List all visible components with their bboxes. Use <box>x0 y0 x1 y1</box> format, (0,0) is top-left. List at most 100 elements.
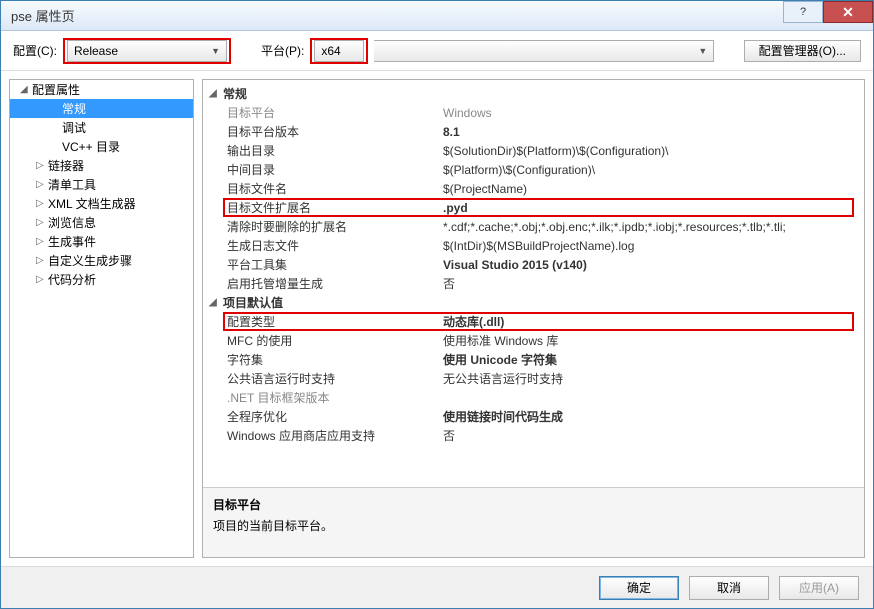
tree-item-label: VC++ 目录 <box>62 138 120 155</box>
grid-row[interactable]: 全程序优化使用链接时间代码生成 <box>203 407 864 426</box>
grid-row[interactable]: 字符集使用 Unicode 字符集 <box>203 350 864 369</box>
grid-row[interactable]: 中间目录$(Platform)\$(Configuration)\ <box>203 160 864 179</box>
config-label: 配置(C): <box>13 42 57 59</box>
property-value[interactable]: 使用 Unicode 字符集 <box>443 351 864 368</box>
grid-row[interactable]: 目标平台Windows <box>203 103 864 122</box>
tree-item[interactable]: ▷XML 文档生成器 <box>10 194 193 213</box>
expander-icon[interactable]: ◢ <box>209 88 223 99</box>
property-panel: ◢常规目标平台Windows目标平台版本8.1输出目录$(SolutionDir… <box>202 79 865 558</box>
property-label: 清除时要删除的扩展名 <box>203 218 443 235</box>
property-label: 输出目录 <box>203 142 443 159</box>
tree-item-label: 调试 <box>62 119 86 136</box>
tree-item-label: 常规 <box>62 100 86 117</box>
expander-icon[interactable]: ◢ <box>209 297 223 308</box>
property-label: 中间目录 <box>203 161 443 178</box>
property-label: 公共语言运行时支持 <box>203 370 443 387</box>
property-label: 目标文件名 <box>203 180 443 197</box>
tree-item[interactable]: VC++ 目录 <box>10 137 193 156</box>
tree-item[interactable]: ▷代码分析 <box>10 270 193 289</box>
platform-value: x64 <box>321 44 340 58</box>
property-value[interactable]: 否 <box>443 275 864 292</box>
nav-tree[interactable]: ◢ 配置属性 常规调试VC++ 目录▷链接器▷清单工具▷XML 文档生成器▷浏览… <box>9 79 194 558</box>
grid-row[interactable]: 目标文件扩展名.pyd <box>203 198 864 217</box>
config-dropdown[interactable]: Release ▼ <box>67 40 227 62</box>
section-title: 常规 <box>223 85 247 102</box>
tree-item[interactable]: 调试 <box>10 118 193 137</box>
ok-button[interactable]: 确定 <box>599 576 679 600</box>
grid-row[interactable]: 启用托管增量生成否 <box>203 274 864 293</box>
grid-row[interactable]: 目标平台版本8.1 <box>203 122 864 141</box>
platform-label: 平台(P): <box>261 42 304 59</box>
grid-row[interactable]: .NET 目标框架版本 <box>203 388 864 407</box>
property-value[interactable]: 8.1 <box>443 125 864 139</box>
expander-icon[interactable]: ▷ <box>36 217 48 228</box>
property-value[interactable]: $(IntDir)$(MSBuildProjectName).log <box>443 239 864 253</box>
property-label: 启用托管增量生成 <box>203 275 443 292</box>
tree-item[interactable]: ▷自定义生成步骤 <box>10 251 193 270</box>
tree-item[interactable]: ▷生成事件 <box>10 232 193 251</box>
grid-section-header[interactable]: ◢常规 <box>203 84 864 103</box>
chevron-down-icon: ▼ <box>211 46 220 56</box>
tree-item[interactable]: ▷浏览信息 <box>10 213 193 232</box>
property-value[interactable]: *.cdf;*.cache;*.obj;*.obj.enc;*.ilk;*.ip… <box>443 220 864 234</box>
expander-icon[interactable]: ▷ <box>36 160 48 171</box>
property-value[interactable]: Windows <box>443 106 864 120</box>
property-label: .NET 目标框架版本 <box>203 389 443 406</box>
section-title: 项目默认值 <box>223 294 283 311</box>
expander-icon[interactable]: ▷ <box>36 179 48 190</box>
tree-item-label: 自定义生成步骤 <box>48 252 132 269</box>
grid-row[interactable]: 平台工具集Visual Studio 2015 (v140) <box>203 255 864 274</box>
property-grid[interactable]: ◢常规目标平台Windows目标平台版本8.1输出目录$(SolutionDir… <box>203 80 864 487</box>
config-highlight: Release ▼ <box>63 38 231 64</box>
property-value[interactable]: Visual Studio 2015 (v140) <box>443 258 864 272</box>
tree-item[interactable]: ▷链接器 <box>10 156 193 175</box>
expander-icon[interactable]: ▷ <box>36 274 48 285</box>
apply-button[interactable]: 应用(A) <box>779 576 859 600</box>
grid-row[interactable]: 配置类型动态库(.dll) <box>203 312 864 331</box>
expander-icon[interactable]: ▷ <box>36 236 48 247</box>
property-value[interactable]: 使用链接时间代码生成 <box>443 408 864 425</box>
grid-row[interactable]: MFC 的使用使用标准 Windows 库 <box>203 331 864 350</box>
window-title: pse 属性页 <box>11 6 783 25</box>
property-value[interactable]: $(Platform)\$(Configuration)\ <box>443 163 864 177</box>
tree-item-label: 浏览信息 <box>48 214 96 231</box>
property-value[interactable]: $(SolutionDir)$(Platform)\$(Configuratio… <box>443 144 864 158</box>
grid-section-header[interactable]: ◢项目默认值 <box>203 293 864 312</box>
footer: 确定 取消 应用(A) <box>1 566 873 608</box>
grid-row[interactable]: 公共语言运行时支持无公共语言运行时支持 <box>203 369 864 388</box>
tree-root-label: 配置属性 <box>32 81 80 98</box>
property-value[interactable]: 否 <box>443 427 864 444</box>
tree-item[interactable]: ▷清单工具 <box>10 175 193 194</box>
expander-icon[interactable]: ▷ <box>36 255 48 266</box>
tree-item-label: 生成事件 <box>48 233 96 250</box>
property-label: 字符集 <box>203 351 443 368</box>
property-label: 全程序优化 <box>203 408 443 425</box>
tree-item[interactable]: 常规 <box>10 99 193 118</box>
close-button[interactable]: ✕ <box>823 1 873 23</box>
property-value[interactable]: .pyd <box>443 201 864 215</box>
property-value[interactable]: 使用标准 Windows 库 <box>443 332 864 349</box>
cancel-button[interactable]: 取消 <box>689 576 769 600</box>
config-bar: 配置(C): Release ▼ 平台(P): x64 ▼ 配置管理器(O)..… <box>1 31 873 71</box>
expander-icon[interactable]: ▷ <box>36 198 48 209</box>
property-pages-window: pse 属性页 ? ✕ 配置(C): Release ▼ 平台(P): x64 … <box>0 0 874 609</box>
config-manager-button[interactable]: 配置管理器(O)... <box>744 40 861 62</box>
platform-dropdown[interactable]: ▼ <box>374 40 714 62</box>
tree-item-label: XML 文档生成器 <box>48 195 136 212</box>
tree-item-label: 链接器 <box>48 157 84 174</box>
grid-row[interactable]: 输出目录$(SolutionDir)$(Platform)\$(Configur… <box>203 141 864 160</box>
desc-title: 目标平台 <box>213 496 854 513</box>
config-value: Release <box>74 44 118 58</box>
chevron-down-icon: ▼ <box>698 46 707 56</box>
grid-row[interactable]: Windows 应用商店应用支持否 <box>203 426 864 445</box>
property-value[interactable]: $(ProjectName) <box>443 182 864 196</box>
grid-row[interactable]: 生成日志文件$(IntDir)$(MSBuildProjectName).log <box>203 236 864 255</box>
expander-icon[interactable]: ◢ <box>20 84 32 95</box>
grid-row[interactable]: 清除时要删除的扩展名*.cdf;*.cache;*.obj;*.obj.enc;… <box>203 217 864 236</box>
grid-row[interactable]: 目标文件名$(ProjectName) <box>203 179 864 198</box>
tree-root[interactable]: ◢ 配置属性 <box>10 80 193 99</box>
property-value[interactable]: 动态库(.dll) <box>443 313 864 330</box>
help-button[interactable]: ? <box>783 1 823 23</box>
property-value[interactable]: 无公共语言运行时支持 <box>443 370 864 387</box>
platform-dropdown-value[interactable]: x64 <box>314 40 364 62</box>
